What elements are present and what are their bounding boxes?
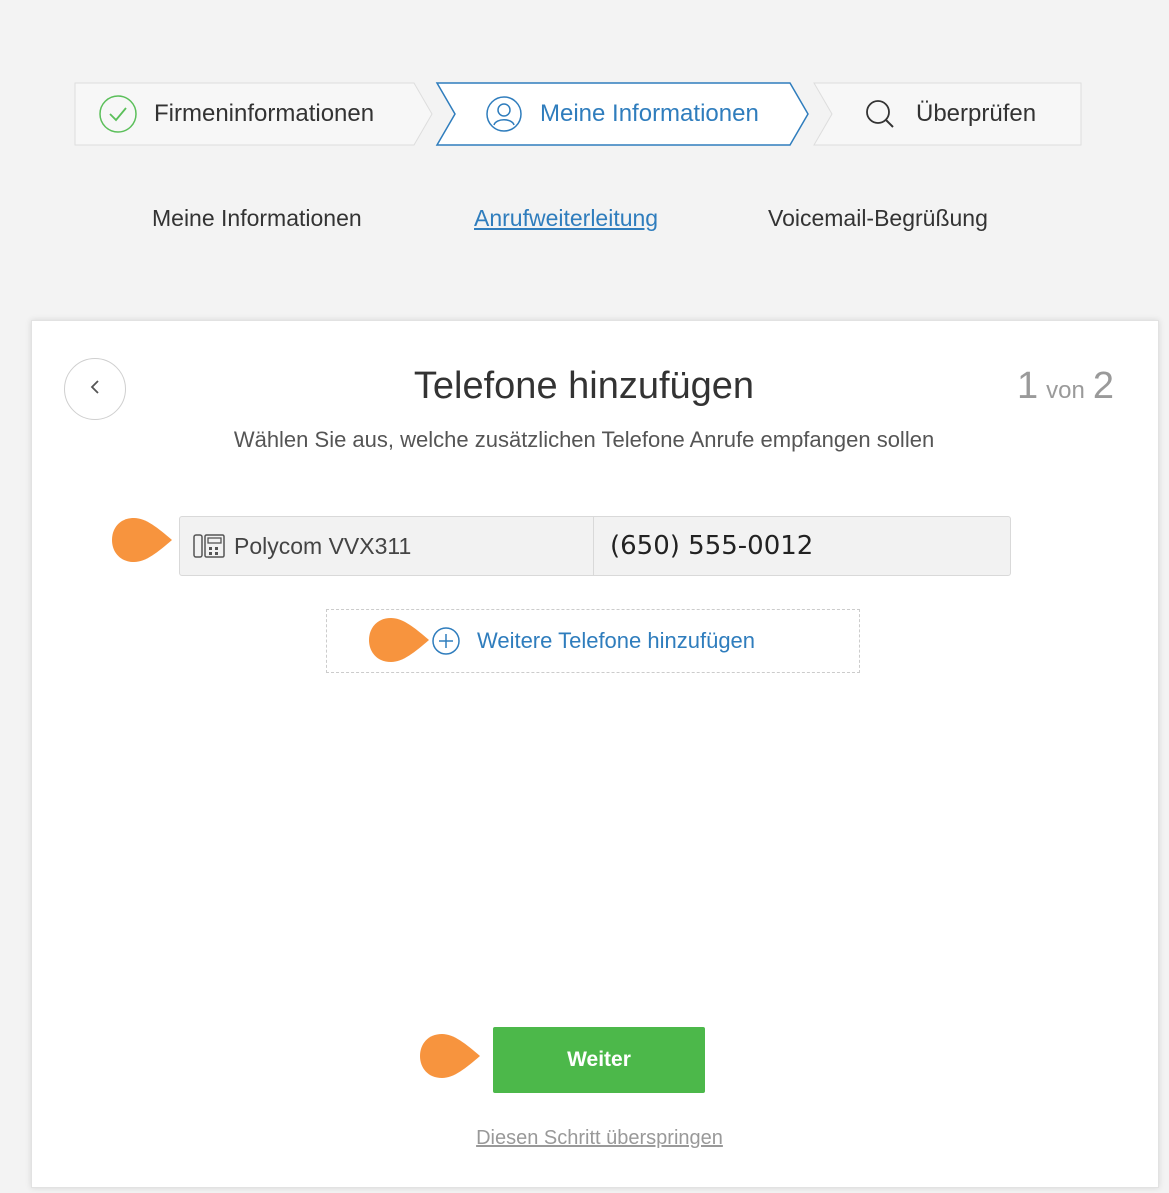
add-phones-card: Telefone hinzufügen 1 von 2 Wählen Sie aus… xyxy=(31,320,1159,1188)
search-icon xyxy=(860,94,900,134)
phone-entry-row: Polycom VVX311 (650) 555-0012 xyxy=(179,516,1011,576)
step-meine-informationen[interactable]: Meine Informationen xyxy=(484,82,759,146)
plus-circle-icon xyxy=(431,626,461,656)
step-label: Überprüfen xyxy=(916,100,1037,127)
phone-number-field[interactable]: (650) 555-0012 xyxy=(594,517,1010,575)
progress-stepper: Firmeninformationen Meine Informationen … xyxy=(74,82,1082,146)
subnav-anrufweiterleitung[interactable]: Anrufweiterleitung xyxy=(474,205,658,232)
callout-marker xyxy=(112,518,172,562)
page-title: Telefone hinzufügen xyxy=(413,365,755,407)
user-circle-icon xyxy=(484,94,524,134)
callout-marker xyxy=(369,618,429,662)
step-label: Meine Informationen xyxy=(540,100,759,127)
page-counter: 1 von 2 xyxy=(1017,365,1114,408)
step-firmeninformationen[interactable]: Firmeninformationen xyxy=(98,82,374,146)
check-circle-icon xyxy=(98,94,138,134)
subnav-meine-informationen[interactable]: Meine Informationen xyxy=(152,205,362,232)
subnav-voicemail-begruessung[interactable]: Voicemail-Begrüßung xyxy=(768,205,988,232)
phone-device-name: Polycom VVX311 xyxy=(234,532,412,559)
phone-device: Polycom VVX311 xyxy=(180,517,594,575)
page-total: 2 xyxy=(1092,365,1114,407)
skip-step-link[interactable]: Diesen Schritt überspringen xyxy=(32,1127,1167,1150)
step-ueberpruefen[interactable]: Überprüfen xyxy=(860,82,1036,146)
add-more-phones-label: Weitere Telefone hinzufügen xyxy=(476,628,756,653)
callout-marker xyxy=(420,1034,480,1078)
step-label: Firmeninformationen xyxy=(154,100,375,127)
page-separator: von xyxy=(1046,377,1085,404)
desk-phone-icon xyxy=(192,532,226,560)
page-current: 1 xyxy=(1017,365,1039,407)
next-button[interactable]: Weiter xyxy=(493,1027,705,1093)
sub-navigation: Meine Informationen Anrufweiterleitung V… xyxy=(0,205,1169,241)
page-subtitle: Wählen Sie aus, welche zusätzlichen Tele… xyxy=(233,427,935,452)
